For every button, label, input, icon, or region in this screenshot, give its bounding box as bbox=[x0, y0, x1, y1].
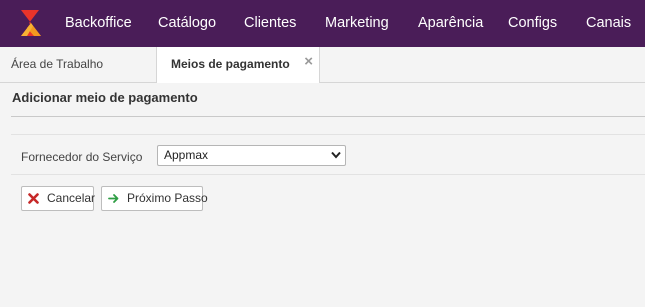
close-icon[interactable]: × bbox=[304, 47, 313, 77]
provider-label: Fornecedor do Serviço bbox=[21, 150, 143, 164]
nav-aparencia[interactable]: Aparência bbox=[418, 0, 483, 47]
tab-meios-de-pagamento[interactable]: Meios de pagamento × bbox=[156, 47, 320, 83]
tab-area-de-trabalho[interactable]: Área de Trabalho bbox=[0, 47, 155, 82]
nav-canais[interactable]: Canais bbox=[586, 0, 631, 47]
x-icon bbox=[28, 193, 39, 204]
top-navigation: Backoffice Catálogo Clientes Marketing A… bbox=[0, 0, 645, 47]
arrow-right-icon bbox=[108, 194, 119, 203]
tab-bar: Área de Trabalho Meios de pagamento × bbox=[0, 47, 645, 83]
cancel-button[interactable]: Cancelar bbox=[21, 186, 96, 211]
nav-marketing[interactable]: Marketing bbox=[325, 0, 389, 47]
nav-catalogo[interactable]: Catálogo bbox=[158, 0, 216, 47]
tab-label: Meios de pagamento bbox=[171, 57, 290, 71]
chevron-down-icon bbox=[331, 151, 341, 159]
divider bbox=[11, 174, 645, 175]
logo-icon[interactable] bbox=[18, 8, 46, 38]
nav-backoffice[interactable]: Backoffice bbox=[65, 0, 132, 47]
next-step-button[interactable]: Próximo Passo bbox=[101, 186, 208, 211]
divider bbox=[11, 134, 645, 135]
provider-select[interactable]: Appmax bbox=[157, 145, 346, 166]
next-step-label: Próximo Passo bbox=[127, 191, 208, 205]
nav-clientes[interactable]: Clientes bbox=[244, 0, 296, 47]
nav-configs[interactable]: Configs bbox=[508, 0, 557, 47]
divider bbox=[11, 116, 645, 117]
cancel-label: Cancelar bbox=[47, 191, 96, 205]
page-title: Adicionar meio de pagamento bbox=[12, 90, 198, 105]
provider-selected-value: Appmax bbox=[164, 148, 209, 162]
